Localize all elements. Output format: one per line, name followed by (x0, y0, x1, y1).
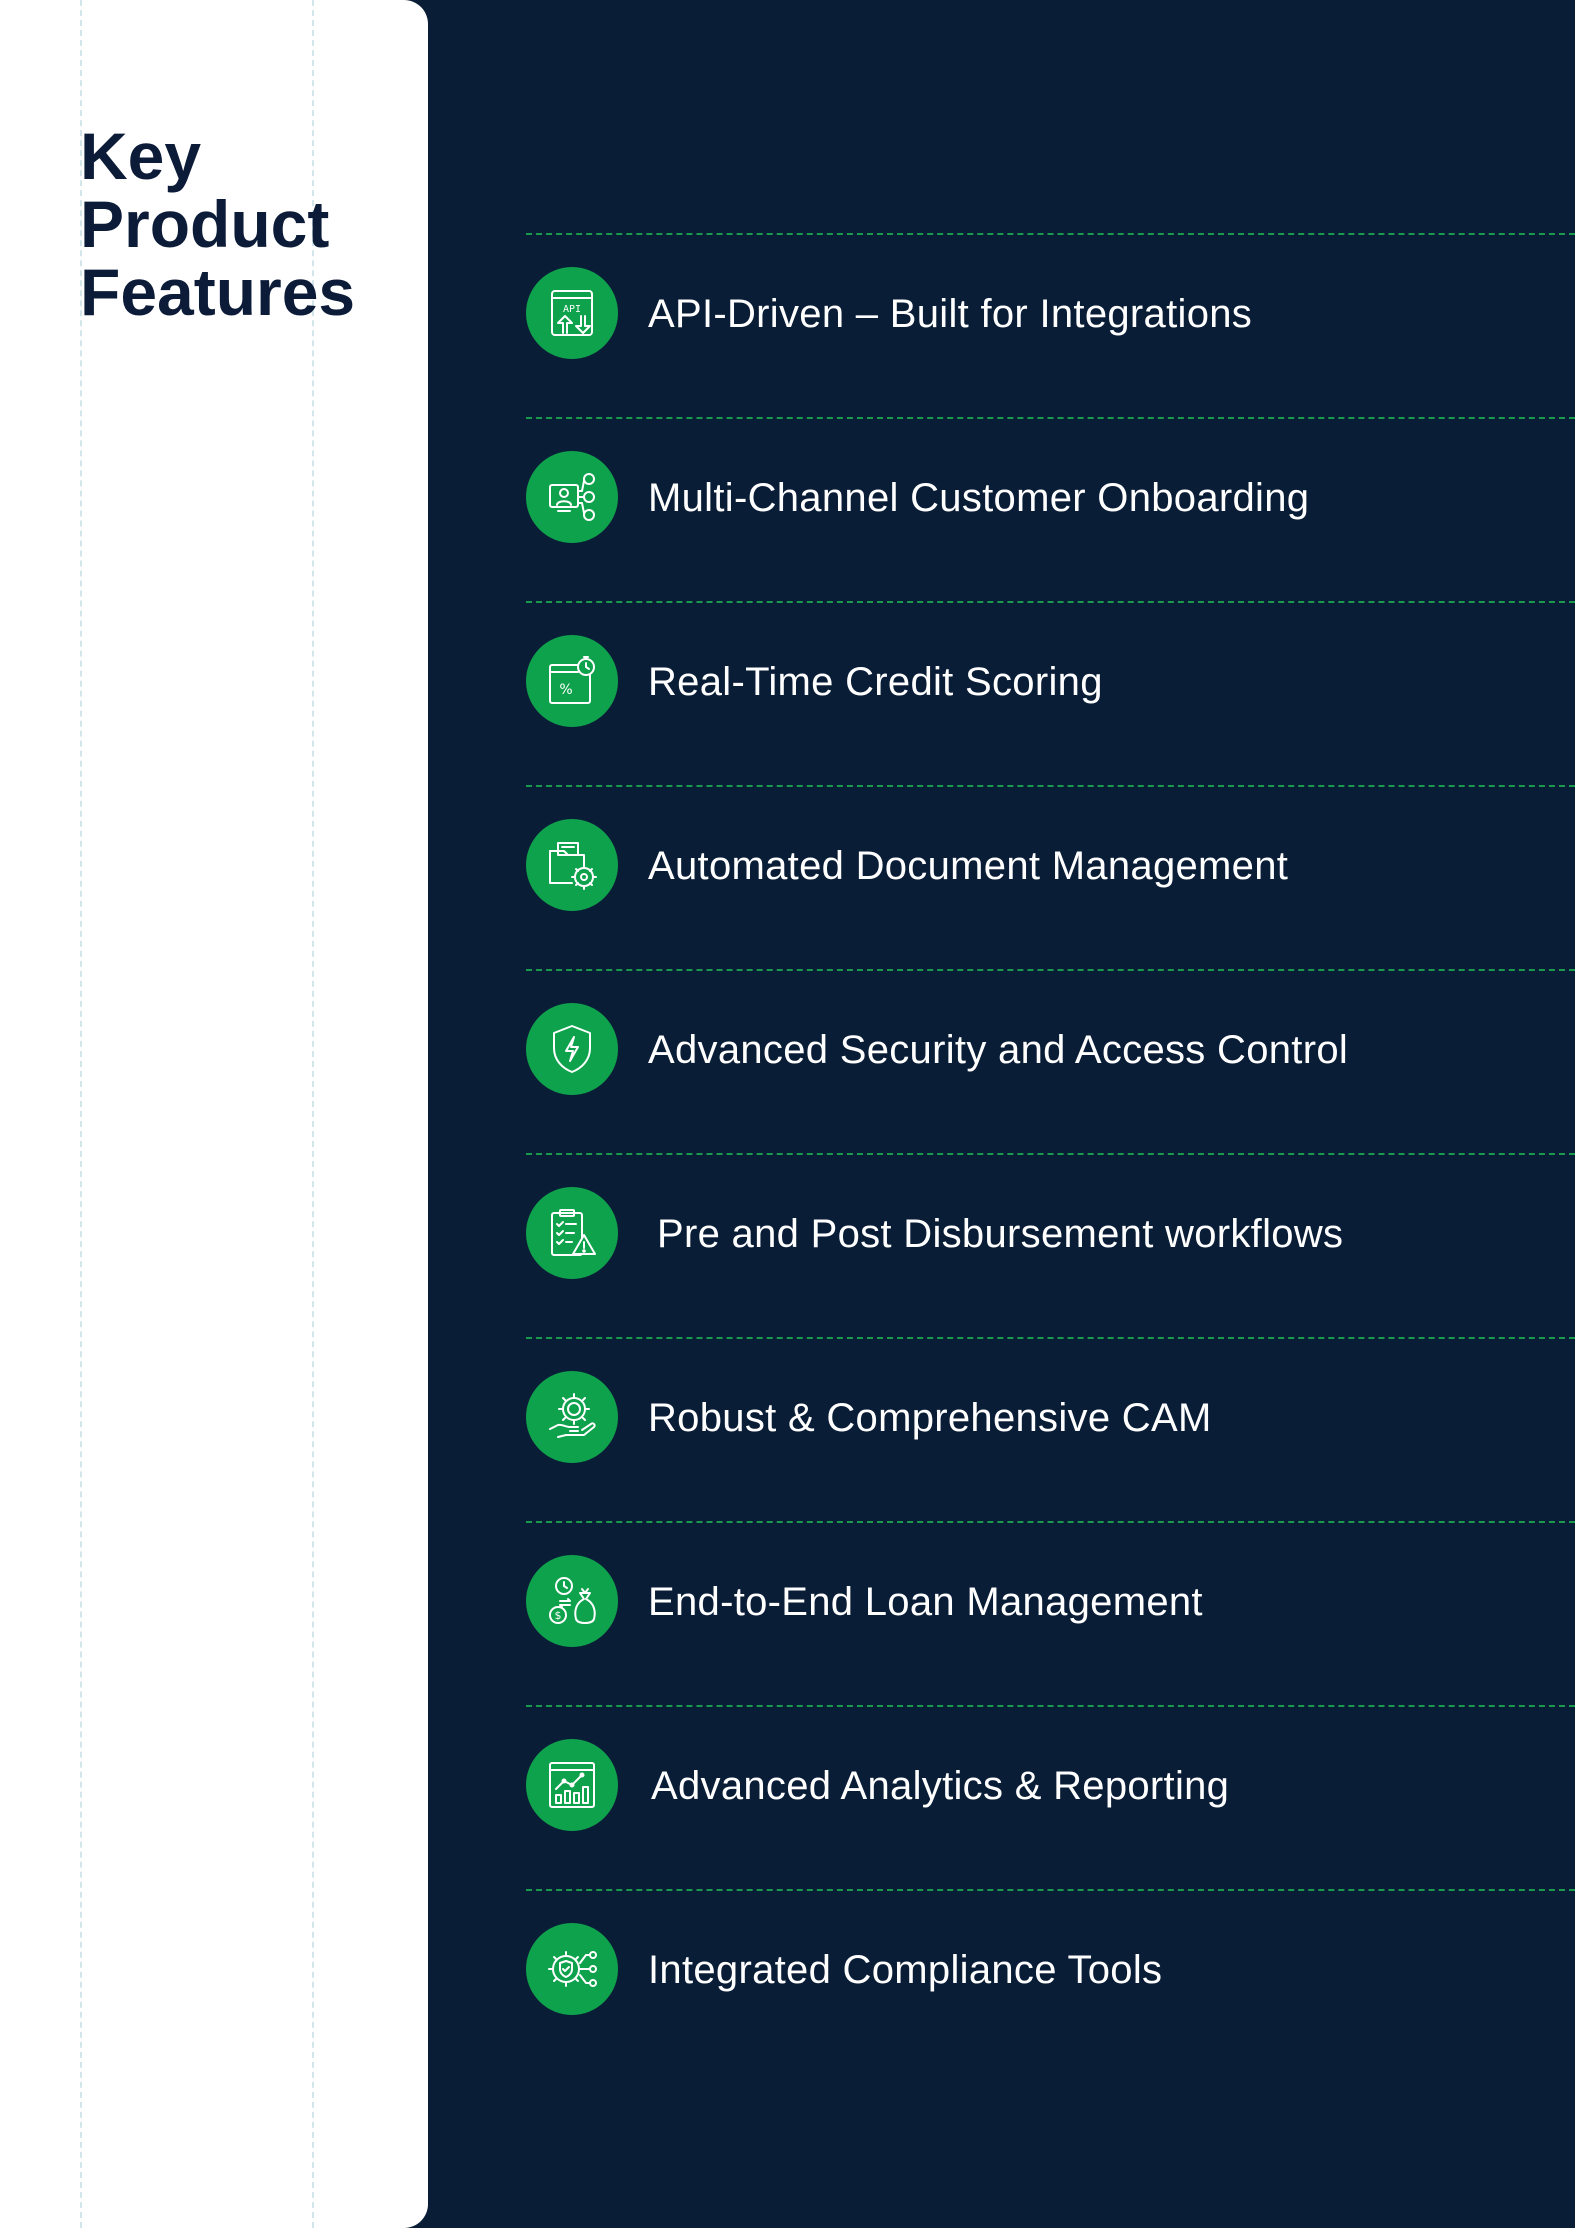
title-line-2: Product (80, 187, 330, 261)
feature-label: API-Driven – Built for Integrations (648, 292, 1253, 336)
feature-item-onboarding: Multi-Channel Customer Onboarding (526, 417, 1575, 601)
api-icon: API (526, 267, 618, 359)
feature-item-api: API API-Driven – Built for Integrations (526, 233, 1575, 417)
analytics-icon (526, 1739, 618, 1831)
title-line-3: Features (80, 255, 356, 329)
feature-label: Automated Document Management (648, 844, 1289, 888)
compliance-gear-icon (526, 1923, 618, 2015)
feature-item-credit-scoring: % Real-Time Credit Scoring (526, 601, 1575, 785)
title-panel: Key Product Features (0, 0, 428, 2228)
feature-item-loan-management: $ End-to-End Loan Management (526, 1521, 1575, 1705)
feature-label: Real-Time Credit Scoring (648, 660, 1103, 704)
guide-line-right (312, 0, 314, 2228)
shield-icon (526, 1003, 618, 1095)
feature-label: Advanced Security and Access Control (648, 1028, 1349, 1072)
feature-label: End-to-End Loan Management (648, 1580, 1203, 1624)
loan-bag-icon: $ (526, 1555, 618, 1647)
document-gear-icon (526, 819, 618, 911)
onboarding-icon (526, 451, 618, 543)
svg-text:$: $ (555, 1609, 562, 1622)
page-title: Key Product Features (80, 122, 400, 326)
feature-item-security: Advanced Security and Access Control (526, 969, 1575, 1153)
feature-label: Multi-Channel Customer Onboarding (648, 476, 1310, 520)
feature-list: API API-Driven – Built for Integrations … (526, 233, 1575, 2073)
svg-text:%: % (559, 682, 572, 698)
feature-label: Integrated Compliance Tools (648, 1948, 1163, 1992)
title-line-1: Key (80, 119, 202, 193)
feature-item-analytics: Advanced Analytics & Reporting (526, 1705, 1575, 1889)
credit-score-icon: % (526, 635, 618, 727)
feature-label: Robust & Comprehensive CAM (648, 1396, 1212, 1440)
guide-line-left (80, 0, 82, 2228)
svg-text:API: API (563, 304, 581, 315)
feature-item-compliance: Integrated Compliance Tools (526, 1889, 1575, 2073)
hand-money-icon (526, 1371, 618, 1463)
feature-label: Pre and Post Disbursement workflows (657, 1212, 1344, 1256)
feature-item-disbursement: Pre and Post Disbursement workflows (526, 1153, 1575, 1337)
feature-label: Advanced Analytics & Reporting (651, 1764, 1230, 1808)
feature-item-cam: Robust & Comprehensive CAM (526, 1337, 1575, 1521)
feature-item-document-management: Automated Document Management (526, 785, 1575, 969)
clipboard-alert-icon (526, 1187, 618, 1279)
